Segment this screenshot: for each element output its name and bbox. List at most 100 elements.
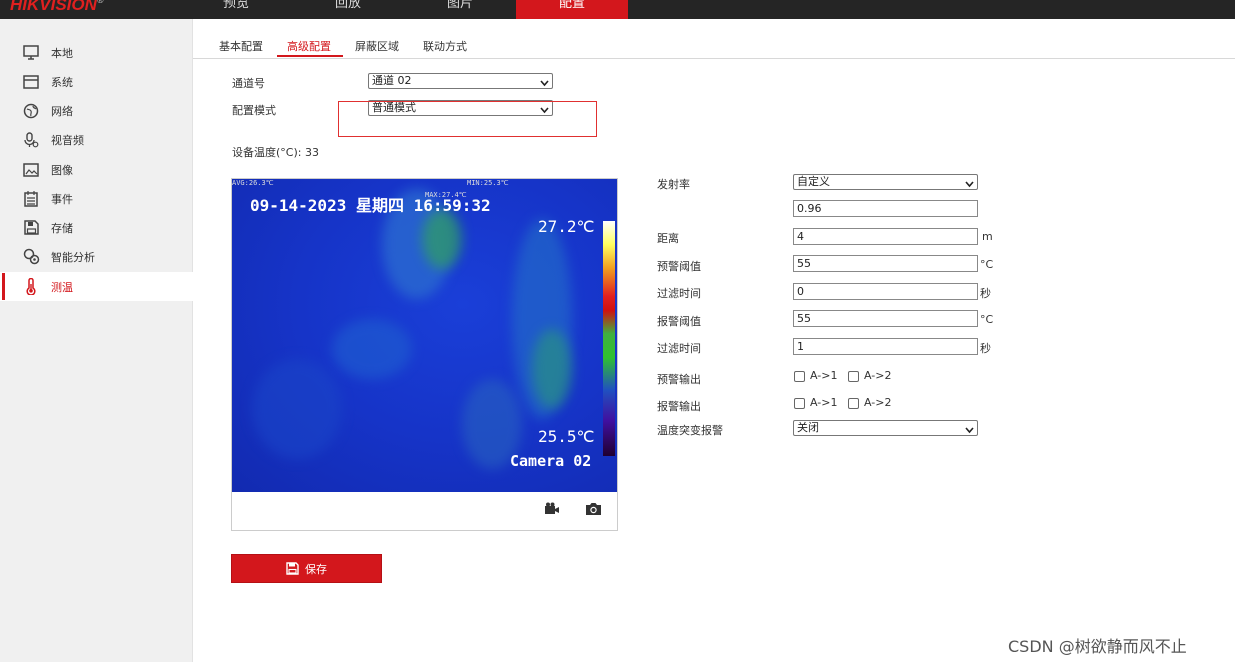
chevron-down-icon: [965, 178, 974, 192]
sidebar-item-label: 网络: [51, 104, 73, 118]
alarm-output-a1-checkbox[interactable]: [794, 398, 805, 409]
prealarm-output-label: 预警输出: [657, 373, 701, 386]
sudden-change-alarm-value: 关闭: [797, 421, 819, 434]
sudden-change-alarm-label: 温度突变报警: [657, 424, 723, 437]
save-button[interactable]: 保存: [231, 554, 382, 583]
active-indicator: [2, 273, 5, 300]
prealarm-output-a2-checkbox[interactable]: [848, 371, 859, 382]
camera-icon[interactable]: [585, 502, 602, 519]
alarm-threshold-label: 报警阈值: [657, 315, 701, 328]
monitor-icon: [22, 44, 40, 62]
top-bar: HIKVISION® 预览 回放 图片 配置: [0, 0, 1235, 19]
sidebar-item-label: 图像: [51, 163, 73, 177]
sidebar-item-label: 视音频: [51, 133, 84, 147]
nav-preview[interactable]: 预览: [180, 0, 292, 19]
prealarm-threshold-input[interactable]: 55: [793, 255, 978, 272]
save-icon: [286, 562, 299, 575]
emissivity-label: 发射率: [657, 178, 690, 191]
sidebar-item-local[interactable]: 本地: [0, 38, 193, 67]
alarm-output-a1-label: A->1: [810, 396, 838, 409]
alarm-threshold-unit: °C: [980, 313, 994, 326]
tab-mask-area[interactable]: 屏蔽区域: [355, 38, 399, 54]
highlight-box: [338, 101, 597, 137]
sidebar-item-label: 存储: [51, 221, 73, 235]
hikvision-logo: HIKVISION®: [10, 0, 104, 14]
tab-advanced-config[interactable]: 高级配置: [287, 38, 331, 54]
sidebar-item-temperature[interactable]: 测温: [0, 272, 193, 301]
mode-label: 配置模式: [232, 104, 276, 117]
osd-low-temp: 25.5℃: [538, 427, 595, 446]
save-button-label: 保存: [305, 562, 327, 576]
distance-unit: m: [982, 230, 993, 243]
sidebar-item-system[interactable]: 系统: [0, 67, 193, 96]
sidebar-item-network[interactable]: 网络: [0, 96, 193, 125]
sidebar-item-label: 智能分析: [51, 250, 95, 264]
sidebar-item-label: 系统: [51, 75, 73, 89]
thermal-region: [332, 319, 412, 379]
config-tabs: 基本配置 高级配置 屏蔽区域 联动方式: [193, 34, 1235, 59]
prealarm-filter-label: 过滤时间: [657, 287, 701, 300]
prealarm-output-a2-label: A->2: [864, 369, 892, 382]
sidebar-item-storage[interactable]: 存储: [0, 213, 193, 242]
chevron-down-icon: [965, 424, 974, 438]
watermark: CSDN @树欲静而风不止: [1008, 637, 1187, 656]
analysis-icon: [22, 248, 40, 266]
prealarm-filter-unit: 秒: [980, 287, 991, 300]
alarm-output-label: 报警输出: [657, 400, 701, 413]
image-icon: [22, 161, 40, 179]
top-nav: 预览 回放 图片 配置: [180, 0, 628, 19]
temperature-color-bar: [603, 221, 615, 456]
channel-select[interactable]: 通道 02: [368, 73, 553, 89]
device-temperature: 设备温度(°C): 33: [232, 146, 319, 159]
sidebar-item-audio-video[interactable]: 视音频: [0, 125, 193, 154]
tab-basic-config[interactable]: 基本配置: [219, 38, 263, 54]
record-icon[interactable]: [544, 502, 560, 519]
alarm-filter-input[interactable]: 1: [793, 338, 978, 355]
osd-high-temp: 27.2℃: [538, 217, 595, 236]
sidebar-item-smart-analysis[interactable]: 智能分析: [0, 242, 193, 271]
prealarm-filter-input[interactable]: 0: [793, 283, 978, 300]
channel-label: 通道号: [232, 77, 265, 90]
thermometer-icon: [22, 278, 40, 296]
alarm-threshold-input[interactable]: 55: [793, 310, 978, 327]
sidebar-item-label: 事件: [51, 192, 73, 206]
thermal-region: [252, 359, 342, 459]
prealarm-output-a1-checkbox[interactable]: [794, 371, 805, 382]
calendar-icon: [22, 190, 40, 208]
nav-picture[interactable]: 图片: [404, 0, 516, 19]
emissivity-input[interactable]: 0.96: [793, 200, 978, 217]
distance-input[interactable]: 4: [793, 228, 978, 245]
chevron-down-icon: [540, 77, 549, 91]
thermal-region: [532, 329, 572, 409]
prealarm-threshold-label: 预警阈值: [657, 260, 701, 273]
tab-linkage[interactable]: 联动方式: [423, 38, 467, 54]
prealarm-threshold-unit: °C: [980, 258, 994, 271]
active-tab-underline: [277, 55, 343, 57]
sidebar-item-label: 测温: [51, 280, 73, 294]
sidebar: 本地 系统 网络 视音频 图像 事件 存储 智能分析 测温: [0, 19, 193, 662]
sidebar-item-image[interactable]: 图像: [0, 155, 193, 184]
osd-avg: AVG:26.3℃: [232, 179, 274, 187]
sidebar-item-event[interactable]: 事件: [0, 184, 193, 213]
alarm-output-a2-checkbox[interactable]: [848, 398, 859, 409]
thermal-region: [422, 209, 462, 269]
alarm-output-a2-label: A->2: [864, 396, 892, 409]
mic-icon: [22, 131, 40, 149]
emissivity-mode-value: 自定义: [797, 175, 830, 188]
storage-icon: [22, 219, 40, 237]
osd-min: MIN:25.3℃: [467, 179, 509, 187]
video-toolbar: [232, 492, 617, 530]
nav-configuration[interactable]: 配置: [516, 0, 628, 19]
sudden-change-alarm-select[interactable]: 关闭: [793, 420, 978, 436]
system-icon: [22, 73, 40, 91]
nav-playback[interactable]: 回放: [292, 0, 404, 19]
distance-label: 距离: [657, 232, 679, 245]
alarm-filter-label: 过滤时间: [657, 342, 701, 355]
emissivity-mode-select[interactable]: 自定义: [793, 174, 978, 190]
prealarm-output-a1-label: A->1: [810, 369, 838, 382]
alarm-filter-unit: 秒: [980, 342, 991, 355]
osd-camera-name: Camera 02: [510, 452, 592, 470]
osd-datetime: 09-14-2023 星期四 16:59:32: [250, 196, 491, 215]
globe-icon: [22, 102, 40, 120]
sidebar-item-label: 本地: [51, 46, 73, 60]
